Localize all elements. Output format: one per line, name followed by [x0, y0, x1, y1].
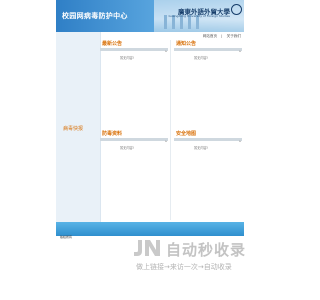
- section-title[interactable]: 通知公告: [176, 40, 196, 47]
- empty-placeholder: 暂无内容!: [120, 146, 135, 150]
- section-title[interactable]: 防毒资料: [102, 130, 122, 137]
- more-icon[interactable]: ▸: [239, 139, 241, 143]
- column-divider: [170, 40, 171, 220]
- site-header: 校园网病毒防护中心 廣東外語外貿大學 Guangdong University …: [56, 0, 244, 32]
- nav-home-link[interactable]: 网站首页: [203, 34, 217, 38]
- section-antivirus-docs: 防毒资料 ▸ 暂无内容!: [100, 130, 168, 216]
- empty-placeholder: 暂无内容!: [120, 56, 135, 60]
- empty-placeholder: 暂无内容!: [194, 146, 209, 150]
- top-nav: 网站首页 | 关于我们: [100, 32, 244, 40]
- university-seal-icon: [231, 4, 242, 15]
- content-grid: 最新公告 ▸ 暂无内容! 通知公告 ▸ 暂无内容! 防毒资料 ▸ 暂无内容! 安…: [100, 40, 244, 220]
- more-icon[interactable]: ▸: [165, 139, 167, 143]
- section-latest-notice: 最新公告 ▸ 暂无内容!: [100, 40, 168, 126]
- watermark-title: 自动秒收录: [166, 241, 247, 259]
- site-title: 校园网病毒防护中心: [62, 12, 128, 20]
- university-logo-subtext: Guangdong University of Foreign Studies: [168, 14, 231, 18]
- watermark-subtitle: 做上链接→来访一次→自动收录: [136, 263, 232, 271]
- nav-about-link[interactable]: 关于我们: [227, 34, 241, 38]
- sidebar-virus-news-link[interactable]: 病毒快报: [63, 125, 83, 132]
- nav-separator: |: [221, 34, 223, 38]
- empty-placeholder: 暂无内容!: [194, 56, 209, 60]
- section-title[interactable]: 安全地图: [176, 130, 196, 137]
- more-icon[interactable]: ▸: [165, 49, 167, 53]
- section-header-bar: ▸: [174, 138, 242, 143]
- footer-copyright: 版权所有: [60, 235, 73, 239]
- watermark: 自动秒收录 做上链接→来访一次→自动收录: [132, 238, 282, 278]
- section-notices: 通知公告 ▸ 暂无内容!: [174, 40, 242, 126]
- section-title[interactable]: 最新公告: [102, 40, 122, 47]
- section-header-bar: ▸: [174, 48, 242, 53]
- section-header-bar: ▸: [100, 48, 168, 53]
- footer-bar: [56, 222, 244, 236]
- section-header-bar: ▸: [100, 138, 168, 143]
- left-sidebar: 病毒快报: [56, 32, 101, 222]
- more-icon[interactable]: ▸: [239, 49, 241, 53]
- section-security-map: 安全地图 ▸ 暂无内容!: [174, 130, 242, 216]
- watermark-logo-icon: [134, 240, 160, 256]
